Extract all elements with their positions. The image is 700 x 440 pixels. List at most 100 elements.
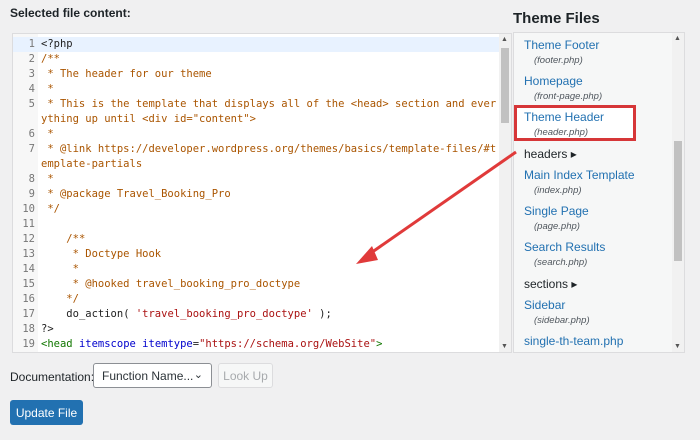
- file-item[interactable]: Theme Footer (footer.php): [514, 33, 684, 69]
- code-line[interactable]: 1 <?php: [13, 37, 499, 52]
- code-text: * Doctype Hook: [41, 248, 162, 260]
- code-line[interactable]: 15 * @hooked travel_booking_pro_doctype: [13, 277, 499, 292]
- line-number: 9: [28, 188, 35, 200]
- code-text: ?>: [41, 323, 54, 335]
- code-editor[interactable]: 1 <?php 2/** 3 * The header for our theme 4 …: [12, 33, 512, 353]
- theme-files-heading: Theme Files: [513, 10, 600, 27]
- file-item[interactable]: single-th-team.php: [514, 329, 684, 351]
- file-link[interactable]: Theme Header: [524, 110, 626, 124]
- update-file-button[interactable]: Update File: [10, 400, 83, 425]
- code-text: * @hooked travel_booking_pro_doctype: [41, 278, 301, 290]
- file-name: (header.php): [534, 127, 589, 138]
- code-line[interactable]: 12 /**: [13, 232, 499, 247]
- code-line[interactable]: 11: [13, 217, 499, 232]
- line-number: 8: [28, 173, 35, 185]
- look-up-button[interactable]: Look Up: [218, 363, 273, 388]
- file-item[interactable]: Search Results (search.php): [514, 235, 684, 271]
- file-item[interactable]: Theme Header (header.php): [514, 105, 636, 141]
- file-item[interactable]: Sidebar (sidebar.php): [514, 293, 684, 329]
- line-number: 14: [22, 263, 35, 275]
- code-text: *: [41, 263, 79, 275]
- code-line[interactable]: 9 * @package Travel_Booking_Pro: [13, 187, 499, 202]
- function-name-select[interactable]: Function Name... ⌄: [93, 363, 212, 388]
- line-number: 18: [22, 323, 35, 335]
- scroll-down-icon[interactable]: ▼: [674, 343, 681, 350]
- code-line[interactable]: 6 *: [13, 127, 499, 142]
- code-text: * The header for our theme: [41, 68, 212, 80]
- line-number: 1: [28, 38, 35, 50]
- select-value: Function Name...: [102, 369, 194, 383]
- file-name: (search.php): [534, 257, 588, 268]
- line-number: 5: [28, 98, 35, 110]
- line-number: 19: [22, 338, 35, 350]
- code-line[interactable]: 14 *: [13, 262, 499, 277]
- code-line[interactable]: 19 <head itemscope itemtype="https://sche…: [13, 337, 499, 352]
- line-number: 12: [22, 233, 35, 245]
- code-text: *: [41, 173, 54, 185]
- code-text: do_action( 'travel_booking_pro_doctype' …: [41, 308, 332, 320]
- line-number: 11: [22, 218, 35, 230]
- code-text: * @link https://developer.wordpress.org/…: [41, 143, 497, 170]
- code-line[interactable]: 4 *: [13, 82, 499, 97]
- file-item[interactable]: Main Index Template (index.php): [514, 163, 684, 199]
- code-line[interactable]: 5 * This is the template that displays a…: [13, 97, 499, 127]
- file-link[interactable]: Sidebar: [524, 298, 674, 312]
- line-number: 4: [28, 83, 35, 95]
- line-number: 16: [22, 293, 35, 305]
- files-scroll-thumb[interactable]: [674, 141, 682, 261]
- files-scrollbar[interactable]: ▲ ▼: [672, 33, 684, 352]
- line-number: 10: [22, 203, 35, 215]
- scroll-up-icon[interactable]: ▲: [501, 36, 508, 43]
- file-link[interactable]: single-th-team.php: [524, 334, 674, 348]
- file-name: (front-page.php): [534, 91, 603, 102]
- file-link[interactable]: Single Page: [524, 204, 674, 218]
- code-text: <?php: [41, 38, 73, 50]
- code-line[interactable]: 17 do_action( 'travel_booking_pro_doctyp…: [13, 307, 499, 322]
- code-line[interactable]: 16 */: [13, 292, 499, 307]
- code-line[interactable]: 3 * The header for our theme: [13, 67, 499, 82]
- code-text: * @package Travel_Booking_Pro: [41, 188, 231, 200]
- chevron-down-icon: ⌄: [193, 369, 203, 381]
- folder-item[interactable]: sections ▸: [514, 271, 684, 293]
- code-text: */: [41, 293, 79, 305]
- file-link[interactable]: Theme Footer: [524, 38, 674, 52]
- line-number: 3: [28, 68, 35, 80]
- line-number: 15: [22, 278, 35, 290]
- file-link[interactable]: Search Results: [524, 240, 674, 254]
- code-line[interactable]: 7 * @link https://developer.wordpress.or…: [13, 142, 499, 172]
- code-text: <head itemscope itemtype="https://schema…: [41, 338, 383, 350]
- file-name: (index.php): [534, 185, 582, 196]
- file-name: (footer.php): [534, 55, 583, 66]
- theme-files-list: Theme Footer (footer.php) Homepage (front-p…: [513, 32, 685, 353]
- file-item[interactable]: Single Page (page.php): [514, 199, 684, 235]
- file-name: (page.php): [534, 221, 580, 232]
- editor-scrollbar[interactable]: ▲ ▼: [499, 34, 511, 352]
- file-name: (sidebar.php): [534, 315, 590, 326]
- code-line[interactable]: 2 /**: [13, 52, 499, 67]
- line-number: 17: [22, 308, 35, 320]
- line-number: 7: [28, 143, 35, 155]
- code-text: * This is the template that displays all…: [41, 98, 497, 125]
- code-text: /**: [41, 233, 86, 245]
- folder-item[interactable]: headers ▸: [514, 141, 684, 163]
- scroll-up-icon[interactable]: ▲: [674, 35, 681, 42]
- file-link[interactable]: Homepage: [524, 74, 674, 88]
- code-text: /**: [41, 53, 60, 65]
- editor-scroll-thumb[interactable]: [501, 48, 509, 123]
- line-number: 13: [22, 248, 35, 260]
- file-item[interactable]: Homepage (front-page.php): [514, 69, 684, 105]
- selected-file-label: Selected file content:: [10, 6, 131, 20]
- code-line[interactable]: 10 */: [13, 202, 499, 217]
- code-text: *: [41, 83, 54, 95]
- line-number: 2: [28, 53, 35, 65]
- code-text: *: [41, 128, 54, 140]
- code-text: */: [41, 203, 60, 215]
- line-number: 6: [28, 128, 35, 140]
- scroll-down-icon[interactable]: ▼: [501, 343, 508, 350]
- documentation-label: Documentation:: [10, 370, 95, 384]
- code-line[interactable]: 8 *: [13, 172, 499, 187]
- file-link[interactable]: Main Index Template: [524, 168, 674, 182]
- code-line[interactable]: 13 * Doctype Hook: [13, 247, 499, 262]
- code-line[interactable]: 18 ?>: [13, 322, 499, 337]
